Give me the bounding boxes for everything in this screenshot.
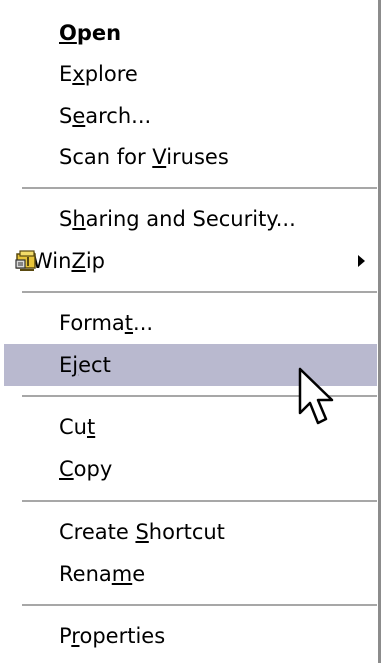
submenu-arrow-icon — [358, 255, 365, 267]
menu-item-label: Properties — [59, 624, 166, 648]
menu-item-open[interactable]: Open — [4, 12, 377, 54]
menu-item-winzip[interactable]: WinZip — [4, 240, 377, 282]
menu-item-copy[interactable]: Copy — [4, 448, 377, 490]
menu-item-properties[interactable]: Properties — [4, 615, 377, 657]
menu-item-create-shortcut[interactable]: Create Shortcut — [4, 511, 377, 553]
context-menu: Open Explore Search... Scan for Viruses … — [0, 0, 381, 663]
menu-item-label: Sharing and Security... — [59, 207, 296, 231]
menu-item-label: WinZip — [32, 249, 106, 273]
menu-item-format[interactable]: Format... — [4, 302, 377, 344]
menu-separator — [22, 187, 377, 190]
menu-item-explore[interactable]: Explore — [4, 53, 377, 95]
mouse-pointer-icon — [298, 367, 334, 425]
menu-separator — [22, 291, 377, 294]
menu-item-scan-for-viruses[interactable]: Scan for Viruses — [4, 136, 377, 178]
menu-item-label: Search... — [59, 104, 152, 128]
menu-item-label: Eject — [59, 353, 111, 377]
menu-item-label: Copy — [59, 457, 113, 481]
menu-separator — [22, 604, 377, 607]
menu-item-label: Rename — [59, 562, 146, 586]
winzip-icon — [15, 250, 36, 271]
menu-item-rename[interactable]: Rename — [4, 553, 377, 595]
menu-item-label: Open — [59, 21, 122, 45]
menu-item-label: Cut — [59, 415, 96, 439]
menu-separator — [22, 500, 377, 503]
menu-item-label: Format... — [59, 311, 154, 335]
menu-item-search[interactable]: Search... — [4, 95, 377, 137]
menu-item-sharing-and-security[interactable]: Sharing and Security... — [4, 198, 377, 240]
menu-item-label: Explore — [59, 62, 138, 86]
menu-item-label: Scan for Viruses — [59, 145, 229, 169]
menu-item-label: Create Shortcut — [59, 520, 225, 544]
